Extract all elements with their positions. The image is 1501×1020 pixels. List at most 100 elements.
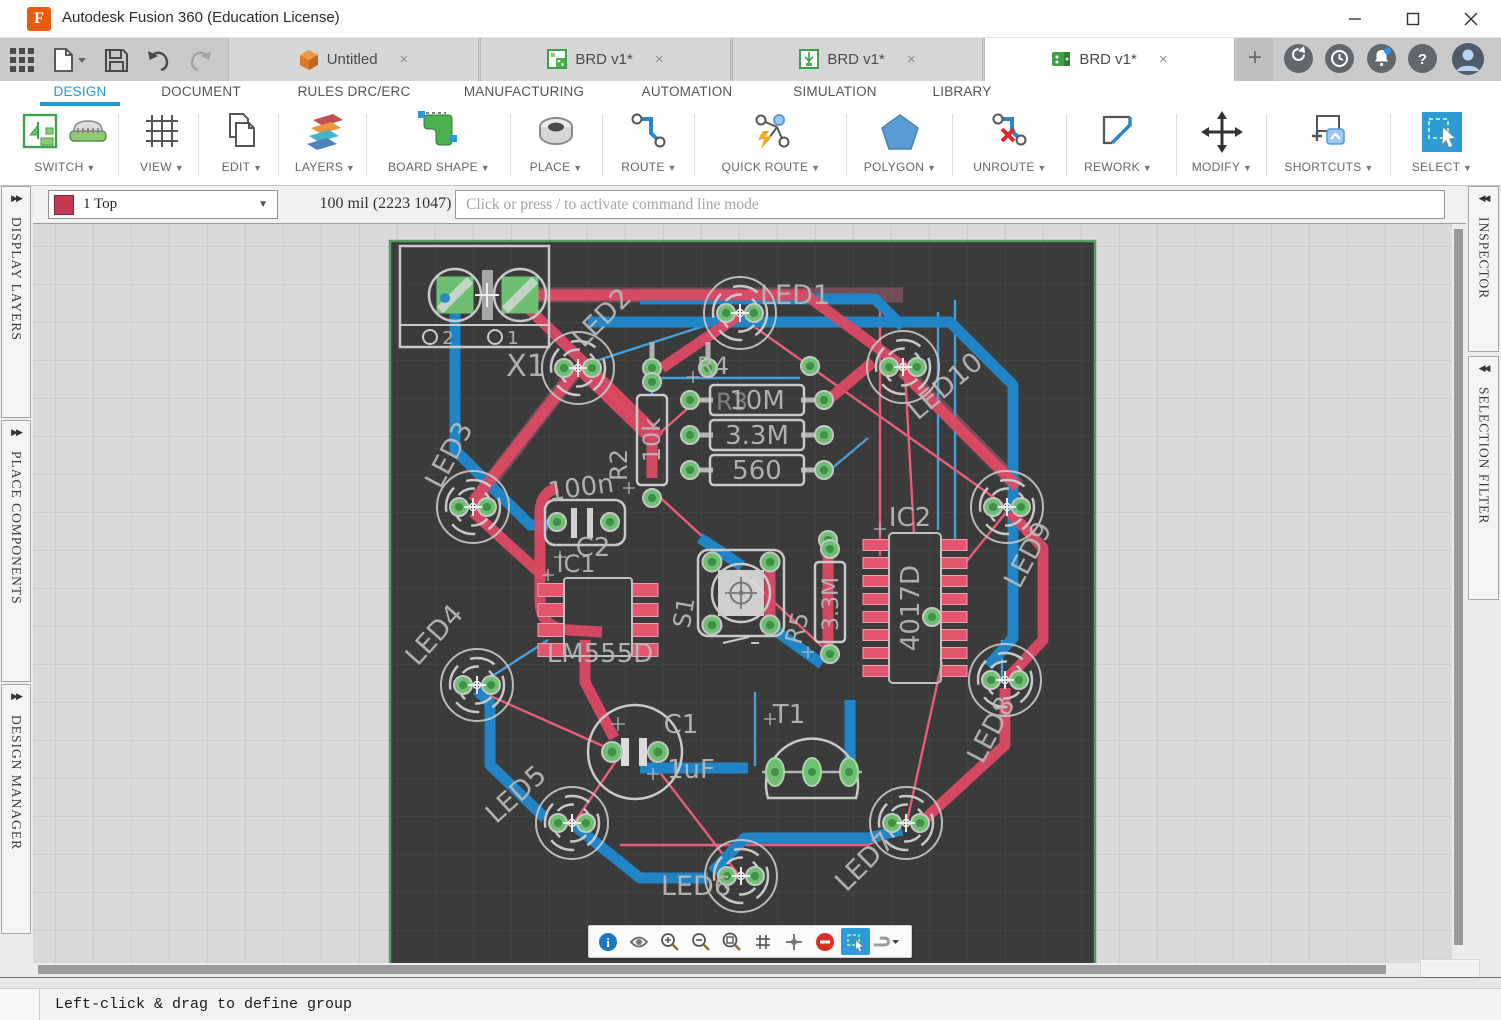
file-new-icon xyxy=(52,48,86,73)
toolbar-separator xyxy=(1266,114,1267,176)
toolbar-group-polygon[interactable]: POLYGON ▼ xyxy=(850,110,950,174)
r3-refdes: R3 xyxy=(716,388,748,416)
file-new-button[interactable] xyxy=(52,47,86,73)
eye-button[interactable] xyxy=(624,928,653,955)
extensions-button[interactable] xyxy=(1284,44,1313,73)
profile-avatar[interactable] xyxy=(1452,43,1484,75)
ribbon-tab-library[interactable]: LIBRARY xyxy=(933,84,992,99)
notifications-button[interactable] xyxy=(1367,44,1396,73)
toolbar-group-view[interactable]: VIEW ▼ xyxy=(124,110,200,174)
tab-brd-v1--3[interactable]: BRD v1*× xyxy=(984,38,1235,81)
close-button[interactable] xyxy=(1448,0,1494,37)
toolbar-group-modify[interactable]: MODIFY ▼ xyxy=(1182,110,1262,174)
grid-button[interactable] xyxy=(748,928,777,955)
help-icon: ? xyxy=(1408,44,1437,73)
zoom-in-icon xyxy=(660,932,680,952)
help-button[interactable]: ? xyxy=(1408,44,1437,73)
board-green-icon xyxy=(1051,49,1071,71)
tab-close-icon[interactable]: × xyxy=(400,51,409,68)
toolbar-group-place[interactable]: PLACE ▼ xyxy=(516,110,596,174)
ribbon-tab-automation[interactable]: AUTOMATION xyxy=(642,84,733,99)
minimize-button[interactable] xyxy=(1332,0,1378,37)
toolbar-group-route[interactable]: ROUTE ▼ xyxy=(606,110,692,174)
zoom-out-button[interactable] xyxy=(686,928,715,955)
zoom-fit-button[interactable] xyxy=(717,928,746,955)
expand-left-icon[interactable]: ◀◀ xyxy=(1479,193,1489,204)
marquee-select-button[interactable] xyxy=(841,928,870,955)
x1-refdes: X1 xyxy=(506,349,546,384)
save-button[interactable] xyxy=(104,47,129,73)
tab-close-icon[interactable]: × xyxy=(1159,51,1168,68)
toolbar-separator xyxy=(1066,114,1067,176)
toolbar-group-edit[interactable]: EDIT ▼ xyxy=(204,110,280,174)
stop-button[interactable] xyxy=(810,928,839,955)
extensions-icon xyxy=(1284,44,1313,73)
panel-tab-selection-filter[interactable]: ◀◀SELECTION FILTER xyxy=(1468,356,1499,600)
expand-right-icon[interactable]: ▶▶ xyxy=(11,427,21,438)
ribbon-tab-manufacturing[interactable]: MANUFACTURING xyxy=(464,84,584,99)
toolbar-group-board-shape[interactable]: BOARD SHAPE ▼ xyxy=(372,110,506,174)
ratsnest-button[interactable] xyxy=(872,928,901,955)
status-message: Left-click & drag to define group xyxy=(55,996,352,1013)
ribbon-tab-simulation[interactable]: SIMULATION xyxy=(793,84,877,99)
info-button[interactable]: i xyxy=(593,928,622,955)
toolbar-group-label: EDIT ▼ xyxy=(204,160,280,174)
r2-value: 10k xyxy=(638,418,666,463)
toolbar-group-rework[interactable]: REWORK ▼ xyxy=(1070,110,1166,174)
modify-icon xyxy=(1182,110,1262,156)
panel-tab-inspector[interactable]: ◀◀INSPECTOR xyxy=(1468,186,1499,352)
layer-select[interactable]: 1 Top ▼ xyxy=(48,190,278,219)
toolbar-group-shortcuts[interactable]: SHORTCUTS ▼ xyxy=(1272,110,1386,174)
toolbar-group-layers[interactable]: LAYERS ▼ xyxy=(284,110,366,174)
route-icon xyxy=(606,110,692,156)
save-icon xyxy=(104,48,129,73)
toolbar-group-switch[interactable]: SWITCH ▼ xyxy=(12,110,118,174)
zoom-in-button[interactable] xyxy=(655,928,684,955)
ribbon-tab-document[interactable]: DOCUMENT xyxy=(161,84,241,99)
maximize-button[interactable] xyxy=(1390,0,1436,37)
redo-button[interactable] xyxy=(188,47,213,73)
panel-tab-display-layers[interactable]: ▶▶DISPLAY LAYERS xyxy=(1,186,31,418)
app-grid-button[interactable] xyxy=(10,47,34,73)
tab-close-icon[interactable]: × xyxy=(907,51,916,68)
info-icon: i xyxy=(598,932,618,952)
select-icon xyxy=(1396,110,1488,156)
vertical-scrollbar-thumb[interactable] xyxy=(1454,229,1463,945)
tab-close-icon[interactable]: × xyxy=(655,51,664,68)
toolbar-group-select[interactable]: SELECT ▼ xyxy=(1396,110,1488,174)
tab-brd-v1--2[interactable]: BRD v1*× xyxy=(732,38,983,81)
expand-left-icon[interactable]: ◀◀ xyxy=(1479,363,1489,374)
ribbon-tab-rules-drc-erc[interactable]: RULES DRC/ERC xyxy=(298,84,411,99)
toolbar-group-quick-route[interactable]: QUICK ROUTE ▼ xyxy=(698,110,844,174)
s1-refdes: S1 xyxy=(668,595,701,630)
new-tab-button[interactable]: + xyxy=(1237,38,1273,81)
undo-button[interactable] xyxy=(146,47,170,73)
toolbar-group-label: SELECT ▼ xyxy=(1396,160,1488,174)
panel-tab-place-components[interactable]: ▶▶PLACE COMPONENTS xyxy=(1,420,31,682)
horizontal-scrollbar[interactable] xyxy=(33,963,1452,977)
vertical-scrollbar[interactable] xyxy=(1452,224,1466,963)
expand-right-icon[interactable]: ▶▶ xyxy=(11,691,21,702)
toolbar-separator xyxy=(198,114,199,176)
switch-icon xyxy=(12,110,118,156)
tab-untitled-0[interactable]: Untitled× xyxy=(228,38,479,81)
toolbar-separator xyxy=(1390,114,1391,176)
job-status-button[interactable] xyxy=(1325,44,1354,73)
toolbar-group-label: UNROUTE ▼ xyxy=(956,160,1064,174)
toolbar-separator xyxy=(602,114,603,176)
command-line-input[interactable] xyxy=(455,190,1445,219)
chevron-down-icon: ▼ xyxy=(1035,163,1047,173)
tab-brd-v1--1[interactable]: BRD v1* × xyxy=(480,38,731,81)
origin-button[interactable] xyxy=(779,928,808,955)
pcb-canvas[interactable]: 21X110M3.3M560R4R310kR2100nC2IC1LM555DS1… xyxy=(33,224,1452,963)
tab-label: BRD v1* xyxy=(575,51,633,68)
ic1-refdes: IC1 xyxy=(556,550,595,578)
document-tab-bar: Untitled×BRD v1*×BRD v1*×BRD v1*×+? xyxy=(0,38,1501,81)
ribbon-tab-design[interactable]: DESIGN xyxy=(54,84,107,99)
chevron-down-icon: ▼ xyxy=(1460,163,1472,173)
panel-tab-design-manager[interactable]: ▶▶DESIGN MANAGER xyxy=(1,684,31,934)
toolbar-group-unroute[interactable]: UNROUTE ▼ xyxy=(956,110,1064,174)
horizontal-scrollbar-thumb[interactable] xyxy=(38,965,1386,974)
coordinate-display: 100 mil (2223 1047) xyxy=(298,195,473,213)
expand-right-icon[interactable]: ▶▶ xyxy=(11,193,21,204)
